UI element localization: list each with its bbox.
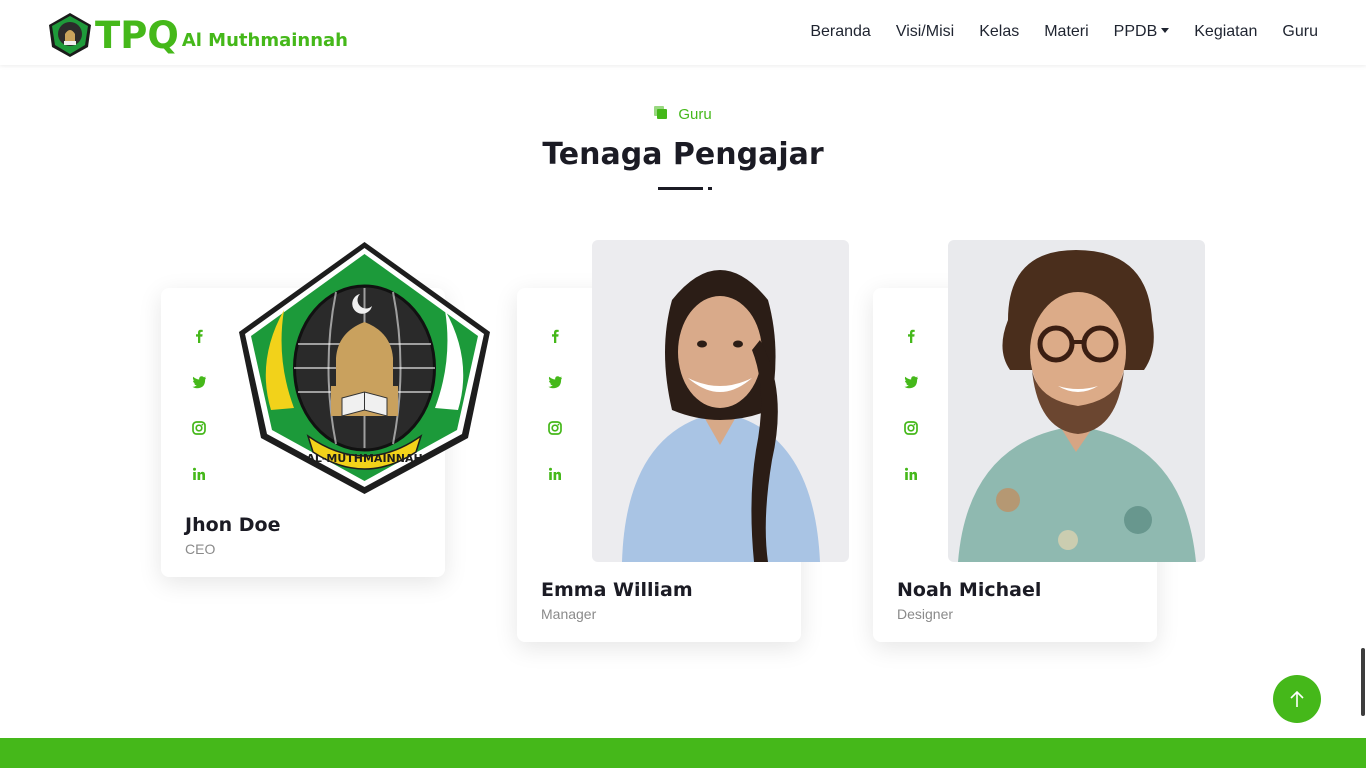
- nav-ppdb-dropdown[interactable]: PPDB: [1101, 20, 1182, 44]
- nav-visi-misi[interactable]: Visi/Misi: [883, 20, 966, 44]
- nav-kegiatan[interactable]: Kegiatan: [1182, 20, 1270, 44]
- facebook-icon[interactable]: [901, 326, 921, 346]
- nav-ppdb-label: PPDB: [1113, 23, 1158, 40]
- nav-materi[interactable]: Materi: [1032, 20, 1101, 44]
- instagram-icon[interactable]: [901, 418, 921, 438]
- linkedin-icon[interactable]: [189, 464, 209, 484]
- brand-tpq: TPQ: [95, 14, 179, 57]
- facebook-icon[interactable]: [189, 326, 209, 346]
- title-underline: [658, 187, 703, 190]
- member-role: CEO: [185, 541, 216, 557]
- caret-down-icon: [1161, 28, 1170, 33]
- social-links: [901, 326, 921, 484]
- twitter-icon[interactable]: [189, 372, 209, 392]
- member-role: Designer: [897, 606, 954, 622]
- instagram-icon[interactable]: [189, 418, 209, 438]
- linkedin-icon[interactable]: [901, 464, 921, 484]
- eyebrow-label: Guru: [678, 106, 712, 123]
- social-links: [545, 326, 565, 484]
- twitter-icon[interactable]: [901, 372, 921, 392]
- nav-guru[interactable]: Guru: [1270, 20, 1318, 44]
- squares-icon: [654, 106, 668, 120]
- member-role: Manager: [541, 606, 597, 622]
- main-nav: Beranda Visi/Misi Kelas Materi PPDB Kegi…: [798, 20, 1318, 44]
- member-name: Jhon Doe: [185, 514, 281, 536]
- logo-text: AL-MUTHMAINNAH: [306, 452, 422, 465]
- footer: [0, 738, 1366, 768]
- member-name: Emma William: [541, 579, 693, 601]
- title-underline-dot: [708, 187, 712, 190]
- nav-kelas[interactable]: Kelas: [967, 20, 1032, 44]
- brand-subtitle: Al Muthmainnah: [181, 30, 348, 51]
- scrollbar-thumb[interactable]: [1361, 648, 1365, 716]
- scroll-to-top-button[interactable]: [1273, 675, 1321, 723]
- man-portrait-photo: [948, 240, 1205, 562]
- facebook-icon[interactable]: [545, 326, 565, 346]
- social-links: [189, 326, 209, 484]
- twitter-icon[interactable]: [545, 372, 565, 392]
- section-title: Tenaga Pengajar: [542, 137, 824, 172]
- brand[interactable]: TPQ Al Muthmainnah: [47, 10, 348, 58]
- woman-portrait-photo: [592, 240, 849, 562]
- section-eyebrow: Guru: [0, 106, 1366, 123]
- brand-logo-icon: [49, 13, 91, 57]
- nav-beranda[interactable]: Beranda: [798, 20, 884, 44]
- arrow-up-icon: [1290, 690, 1304, 707]
- linkedin-icon[interactable]: [545, 464, 565, 484]
- member-name: Noah Michael: [897, 579, 1042, 601]
- instagram-icon[interactable]: [545, 418, 565, 438]
- school-logo-photo: AL-MUTHMAINNAH: [236, 240, 493, 497]
- navbar: TPQ Al Muthmainnah Beranda Visi/Misi Kel…: [0, 0, 1366, 65]
